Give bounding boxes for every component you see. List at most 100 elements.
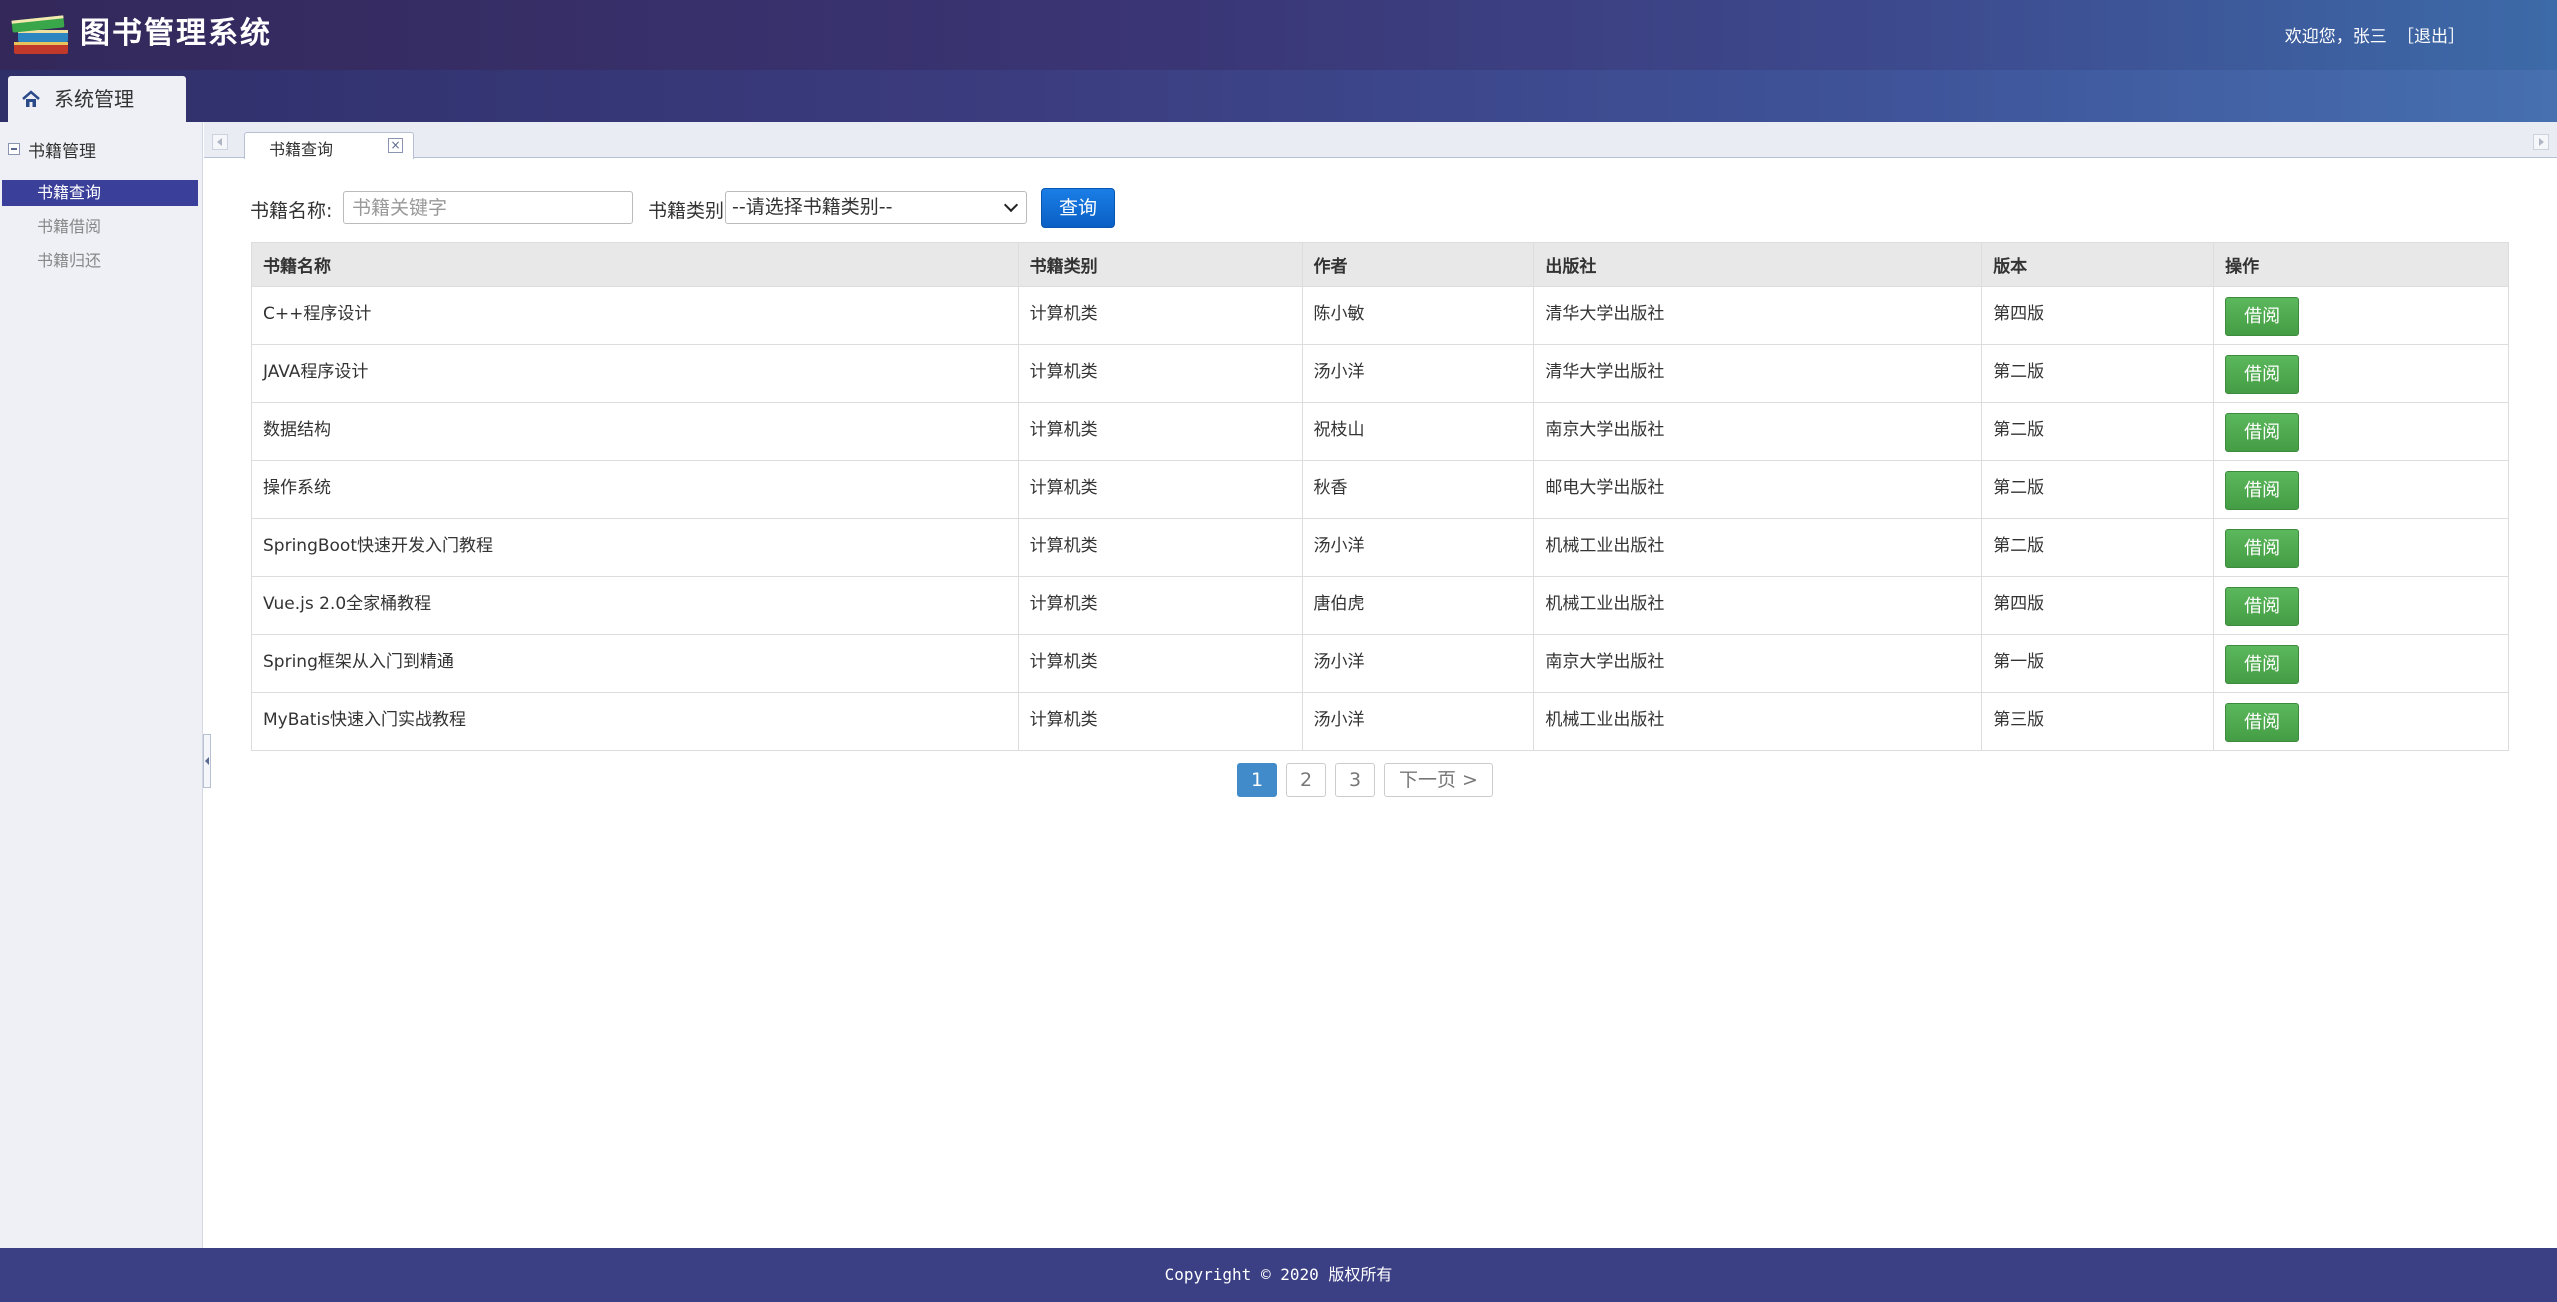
column-header: 操作 xyxy=(2213,242,2509,287)
book-type-selected: --请选择书籍类别-- xyxy=(732,196,893,218)
cell-action: 借阅 xyxy=(2213,286,2509,345)
cell-publisher: 机械工业出版社 xyxy=(1533,692,1983,751)
collapse-arrow-icon xyxy=(205,757,209,765)
tab-scroll-left-button[interactable] xyxy=(212,134,228,150)
cell-publisher: 清华大学出版社 xyxy=(1533,286,1983,345)
cell-name: JAVA程序设计 xyxy=(251,344,1019,403)
sidebar-item-book-query[interactable]: 书籍查询 xyxy=(2,180,198,206)
borrow-button[interactable]: 借阅 xyxy=(2225,413,2300,452)
table-row: Spring框架从入门到精通 计算机类 汤小洋 南京大学出版社 第一版 借阅 xyxy=(251,634,2509,693)
borrow-button[interactable]: 借阅 xyxy=(2225,703,2300,742)
cell-category: 计算机类 xyxy=(1017,460,1303,519)
cell-author: 陈小敏 xyxy=(1301,286,1535,345)
page-2-button[interactable]: 2 xyxy=(1286,763,1326,797)
cell-category: 计算机类 xyxy=(1017,402,1303,461)
main-tab-system-management[interactable]: 系统管理 xyxy=(8,76,186,122)
page-3-button[interactable]: 3 xyxy=(1335,763,1375,797)
book-name-label: 书籍名称: xyxy=(250,200,333,222)
book-type-select[interactable]: --请选择书籍类别-- xyxy=(725,191,1027,224)
cell-category: 计算机类 xyxy=(1017,344,1303,403)
tab-scroll-right-button[interactable] xyxy=(2533,134,2549,150)
cell-edition: 第四版 xyxy=(1981,286,2215,345)
cell-action: 借阅 xyxy=(2213,634,2509,693)
column-header: 版本 xyxy=(1981,242,2215,287)
cell-action: 借阅 xyxy=(2213,518,2509,577)
cell-author: 秋香 xyxy=(1301,460,1535,519)
cell-name: 数据结构 xyxy=(251,402,1019,461)
cell-edition: 第二版 xyxy=(1981,460,2215,519)
collapse-minus-icon[interactable] xyxy=(8,143,20,155)
cell-name: 操作系统 xyxy=(251,460,1019,519)
table-row: Vue.js 2.0全家桶教程 计算机类 唐伯虎 机械工业出版社 第四版 借阅 xyxy=(251,576,2509,635)
column-header: 书籍名称 xyxy=(251,242,1019,287)
borrow-button[interactable]: 借阅 xyxy=(2225,355,2300,394)
column-header: 书籍类别 xyxy=(1017,242,1303,287)
cell-name: Vue.js 2.0全家桶教程 xyxy=(251,576,1019,635)
sidebar-group-label: 书籍管理 xyxy=(28,141,96,162)
book-table: 书籍名称 书籍类别 作者 出版社 版本 操作 C++程序设计 计算机类 陈小敏 … xyxy=(251,242,2509,751)
cell-edition: 第三版 xyxy=(1981,692,2215,751)
cell-name: SpringBoot快速开发入门教程 xyxy=(251,518,1019,577)
next-page-button[interactable]: 下一页 > xyxy=(1384,763,1493,797)
column-header: 出版社 xyxy=(1533,242,1983,287)
cell-action: 借阅 xyxy=(2213,460,2509,519)
cell-author: 汤小洋 xyxy=(1301,692,1535,751)
sidebar: 书籍管理 书籍查询 书籍借阅 书籍归还 xyxy=(0,122,203,1248)
app-header: 图书管理系统 欢迎您，张三 ［退出］ 系统管理 xyxy=(0,0,2557,122)
footer: Copyright © 2020 版权所有 xyxy=(0,1248,2557,1302)
sidebar-group-book-management[interactable]: 书籍管理 xyxy=(8,138,96,162)
tab-label: 书籍查询 xyxy=(269,140,334,159)
cell-name: C++程序设计 xyxy=(251,286,1019,345)
table-row: 数据结构 计算机类 祝枝山 南京大学出版社 第二版 借阅 xyxy=(251,402,2509,461)
app-title: 图书管理系统 xyxy=(80,16,272,51)
content-tab-bar: 书籍查询 × xyxy=(204,122,2557,159)
cell-edition: 第四版 xyxy=(1981,576,2215,635)
table-header-row: 书籍名称 书籍类别 作者 出版社 版本 操作 xyxy=(251,242,2509,287)
cell-category: 计算机类 xyxy=(1017,692,1303,751)
cell-edition: 第二版 xyxy=(1981,402,2215,461)
cell-author: 祝枝山 xyxy=(1301,402,1535,461)
table-row: JAVA程序设计 计算机类 汤小洋 清华大学出版社 第二版 借阅 xyxy=(251,344,2509,403)
cell-author: 唐伯虎 xyxy=(1301,576,1535,635)
user-welcome: 欢迎您，张三 ［退出］ xyxy=(2285,22,2465,47)
arrow-left-icon xyxy=(217,138,222,146)
borrow-button[interactable]: 借阅 xyxy=(2225,645,2300,684)
borrow-button[interactable]: 借阅 xyxy=(2225,529,2300,568)
page-1-button[interactable]: 1 xyxy=(1237,763,1277,797)
welcome-text: 欢迎您，张三 xyxy=(2284,27,2387,47)
query-button[interactable]: 查询 xyxy=(1041,188,1115,228)
book-name-input[interactable] xyxy=(343,191,633,224)
tab-book-query[interactable]: 书籍查询 × xyxy=(244,132,414,159)
cell-publisher: 机械工业出版社 xyxy=(1533,518,1983,577)
cell-publisher: 南京大学出版社 xyxy=(1533,402,1983,461)
logout-link[interactable]: ［退出］ xyxy=(2397,27,2465,47)
header-nav-band xyxy=(0,70,2557,122)
search-form: 书籍名称: 书籍类别: --请选择书籍类别-- 查询 xyxy=(250,188,1250,228)
arrow-right-icon xyxy=(2539,138,2544,146)
cell-category: 计算机类 xyxy=(1017,286,1303,345)
pagination: 1 2 3 下一页 > xyxy=(1237,763,1493,797)
borrow-button[interactable]: 借阅 xyxy=(2225,297,2300,336)
cell-edition: 第二版 xyxy=(1981,344,2215,403)
cell-publisher: 南京大学出版社 xyxy=(1533,634,1983,693)
cell-category: 计算机类 xyxy=(1017,576,1303,635)
chevron-down-icon xyxy=(1003,197,1019,213)
cell-author: 汤小洋 xyxy=(1301,634,1535,693)
cell-action: 借阅 xyxy=(2213,344,2509,403)
table-row: 操作系统 计算机类 秋香 邮电大学出版社 第二版 借阅 xyxy=(251,460,2509,519)
cell-edition: 第二版 xyxy=(1981,518,2215,577)
main-tab-label: 系统管理 xyxy=(54,87,134,111)
sidebar-collapse-handle[interactable] xyxy=(203,734,211,788)
borrow-button[interactable]: 借阅 xyxy=(2225,587,2300,626)
column-header: 作者 xyxy=(1301,242,1535,287)
close-icon[interactable]: × xyxy=(388,138,403,153)
borrow-button[interactable]: 借阅 xyxy=(2225,471,2300,510)
sidebar-item-book-borrow[interactable]: 书籍借阅 xyxy=(2,214,198,240)
cell-edition: 第一版 xyxy=(1981,634,2215,693)
sidebar-item-book-return[interactable]: 书籍归还 xyxy=(2,248,198,274)
cell-publisher: 机械工业出版社 xyxy=(1533,576,1983,635)
cell-name: Spring框架从入门到精通 xyxy=(251,634,1019,693)
table-row: C++程序设计 计算机类 陈小敏 清华大学出版社 第四版 借阅 xyxy=(251,286,2509,345)
cell-publisher: 邮电大学出版社 xyxy=(1533,460,1983,519)
books-logo-icon xyxy=(11,15,68,54)
